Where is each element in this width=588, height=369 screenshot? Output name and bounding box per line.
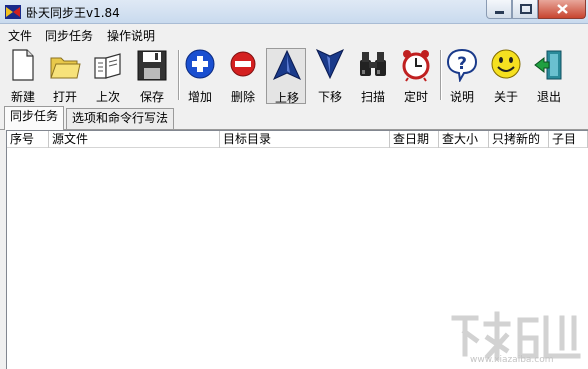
column-subdir[interactable]: 子目 bbox=[549, 131, 588, 148]
exit-label: 退出 bbox=[536, 90, 561, 104]
scan-button[interactable]: 扫描 bbox=[353, 48, 393, 104]
column-source-file[interactable]: 源文件 bbox=[49, 131, 220, 148]
menu-bar: 文件 同步任务 操作说明 bbox=[0, 24, 588, 44]
last-label: 上次 bbox=[95, 90, 120, 104]
help-label: 说明 bbox=[449, 90, 474, 104]
alarm-clock-icon bbox=[400, 48, 432, 82]
column-check-date[interactable]: 查日期 bbox=[390, 131, 439, 148]
column-copy-newer[interactable]: 只拷新的 bbox=[489, 131, 549, 148]
minimize-button[interactable] bbox=[486, 0, 512, 19]
menu-sync-task[interactable]: 同步任务 bbox=[45, 27, 93, 44]
app-icon bbox=[5, 4, 21, 20]
move-up-label: 上移 bbox=[274, 91, 299, 105]
add-button[interactable]: 增加 bbox=[180, 48, 220, 104]
move-down-label: 下移 bbox=[317, 90, 342, 104]
menu-file[interactable]: 文件 bbox=[8, 27, 32, 44]
timer-label: 定时 bbox=[403, 90, 428, 104]
column-check-size[interactable]: 查大小 bbox=[439, 131, 489, 148]
help-button[interactable]: ? 说明 bbox=[442, 48, 482, 104]
tab-options-commandline[interactable]: 选项和命令行写法 bbox=[66, 108, 175, 129]
about-label: 关于 bbox=[493, 90, 518, 104]
about-button[interactable]: 关于 bbox=[486, 48, 526, 104]
watermark-url: www.xiazaiba.com bbox=[470, 355, 554, 365]
question-bubble-icon: ? bbox=[446, 48, 478, 84]
open-button[interactable]: 打开 bbox=[45, 48, 85, 104]
move-up-button[interactable]: 上移 bbox=[266, 48, 306, 105]
new-label: 新建 bbox=[10, 90, 35, 104]
tab-sync-tasks[interactable]: 同步任务 bbox=[4, 106, 65, 130]
save-button[interactable]: 保存 bbox=[132, 48, 172, 104]
exit-door-icon bbox=[533, 48, 565, 82]
delete-label: 删除 bbox=[230, 90, 255, 104]
add-label: 增加 bbox=[187, 90, 212, 104]
window-title: 卧天同步王v1.84 bbox=[26, 6, 120, 20]
title-bar: 卧天同步王v1.84 bbox=[0, 0, 588, 24]
timer-button[interactable]: 定时 bbox=[396, 48, 436, 104]
column-header: 序号 源文件 目标目录 查日期 查大小 只拷新的 子目 bbox=[7, 131, 588, 148]
new-file-icon bbox=[7, 48, 39, 82]
menu-instructions[interactable]: 操作说明 bbox=[107, 27, 155, 44]
arrow-up-icon bbox=[271, 49, 303, 83]
exit-button[interactable]: 退出 bbox=[529, 48, 569, 104]
book-icon bbox=[92, 48, 124, 82]
column-target-dir[interactable]: 目标目录 bbox=[220, 131, 390, 148]
toolbar: 新建 打开 上次 保存 增加 删除 上移 下移 扫描 定时 ? 说明 关于 退出 bbox=[0, 44, 588, 106]
minus-circle-icon bbox=[227, 48, 259, 82]
open-label: 打开 bbox=[52, 90, 77, 104]
delete-button[interactable]: 删除 bbox=[223, 48, 263, 104]
plus-circle-icon bbox=[184, 48, 216, 82]
close-button[interactable] bbox=[538, 0, 586, 19]
last-button[interactable]: 上次 bbox=[88, 48, 128, 104]
scan-label: 扫描 bbox=[360, 90, 385, 104]
column-index[interactable]: 序号 bbox=[7, 131, 49, 148]
move-down-button[interactable]: 下移 bbox=[310, 48, 350, 104]
save-label: 保存 bbox=[139, 90, 164, 104]
binoculars-icon bbox=[357, 48, 389, 82]
smiley-face-icon bbox=[490, 48, 522, 82]
maximize-button[interactable] bbox=[512, 0, 538, 19]
folder-open-icon bbox=[49, 48, 81, 82]
svg-text:?: ? bbox=[457, 54, 467, 74]
floppy-disk-icon bbox=[136, 48, 168, 82]
new-button[interactable]: 新建 bbox=[3, 48, 43, 104]
tab-strip: 同步任务 选项和命令行写法 bbox=[0, 106, 588, 130]
arrow-down-icon bbox=[314, 48, 346, 82]
